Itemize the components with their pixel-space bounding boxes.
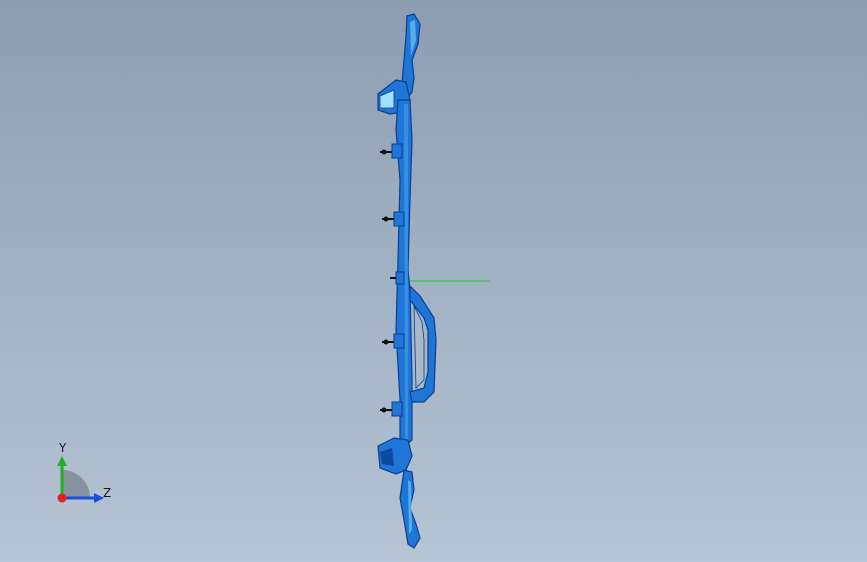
clip-5 — [380, 401, 403, 417]
graphics-viewport[interactable]: Y Z — [0, 0, 867, 562]
z-axis-label: Z — [103, 486, 112, 500]
y-arrow-icon — [57, 456, 67, 466]
clip-2 — [382, 211, 405, 227]
x-axis-icon — [57, 493, 67, 503]
clip-1 — [380, 143, 403, 159]
triad-quadrant — [62, 470, 90, 498]
tow-loop-inner — [413, 305, 425, 389]
clip-3 — [390, 271, 405, 285]
model-view[interactable] — [0, 0, 867, 562]
y-axis-label: Y — [59, 441, 67, 455]
clip-4 — [382, 333, 405, 349]
